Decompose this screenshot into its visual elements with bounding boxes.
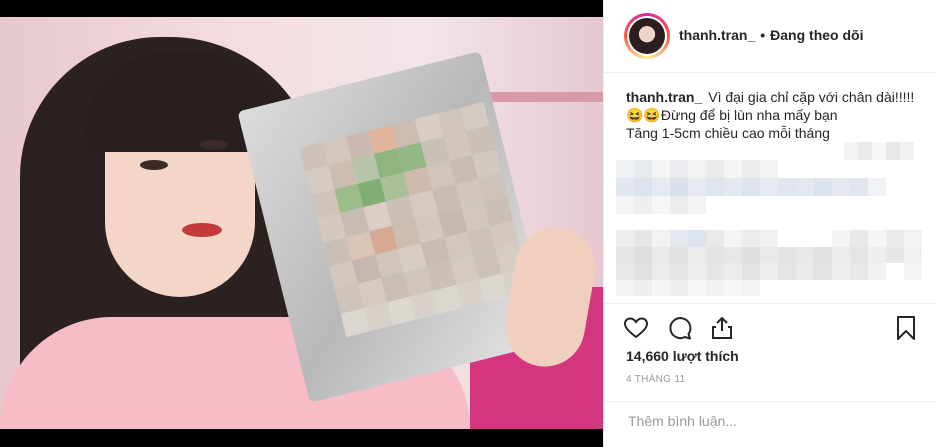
heart-icon[interactable]: [622, 314, 650, 342]
post-photo-pane: [0, 0, 603, 447]
divider: [604, 303, 935, 304]
following-button[interactable]: Đang theo dõi: [770, 27, 863, 43]
separator-dot: •: [760, 27, 766, 43]
post-caption: thanh.tran_ Vì đại gia chỉ cặp với chân d…: [626, 88, 922, 142]
username-link[interactable]: thanh.tran_: [679, 27, 755, 43]
share-icon[interactable]: [708, 314, 736, 342]
redacted-text: [616, 230, 922, 296]
caption-line-3: Tăng 1-5cm chiều cao mỗi tháng: [626, 125, 830, 141]
caption-line-1: Vì đại gia chỉ cặp với chân dài!!!!!: [708, 89, 915, 105]
comment-input[interactable]: [626, 412, 910, 430]
action-bar: [622, 314, 922, 342]
lips: [182, 223, 222, 237]
left-eye: [140, 160, 168, 170]
post-header: thanh.tran_ • Đang theo dõi: [604, 0, 935, 73]
avatar-frame: [627, 16, 667, 56]
redacted-text: [844, 142, 914, 160]
caption-line-2: 😆😆Đừng để bị lùn nha mấy bạn: [626, 107, 838, 123]
divider: [604, 401, 935, 402]
post-photo[interactable]: [0, 17, 603, 429]
post-date[interactable]: 4 THÁNG 11: [626, 374, 685, 385]
like-count[interactable]: 14,660 lượt thích: [626, 348, 739, 364]
bookmark-icon[interactable]: [892, 314, 920, 342]
caption-username[interactable]: thanh.tran_: [626, 89, 702, 105]
comment-icon[interactable]: [666, 314, 694, 342]
redacted-text: [616, 160, 886, 214]
avatar[interactable]: [624, 13, 670, 59]
right-eye: [200, 140, 228, 150]
post-sidebar: thanh.tran_ • Đang theo dõi thanh.tran_ Vì …: [603, 0, 935, 447]
header-text: thanh.tran_ • Đang theo dõi: [679, 27, 863, 43]
avatar-image: [629, 18, 665, 54]
